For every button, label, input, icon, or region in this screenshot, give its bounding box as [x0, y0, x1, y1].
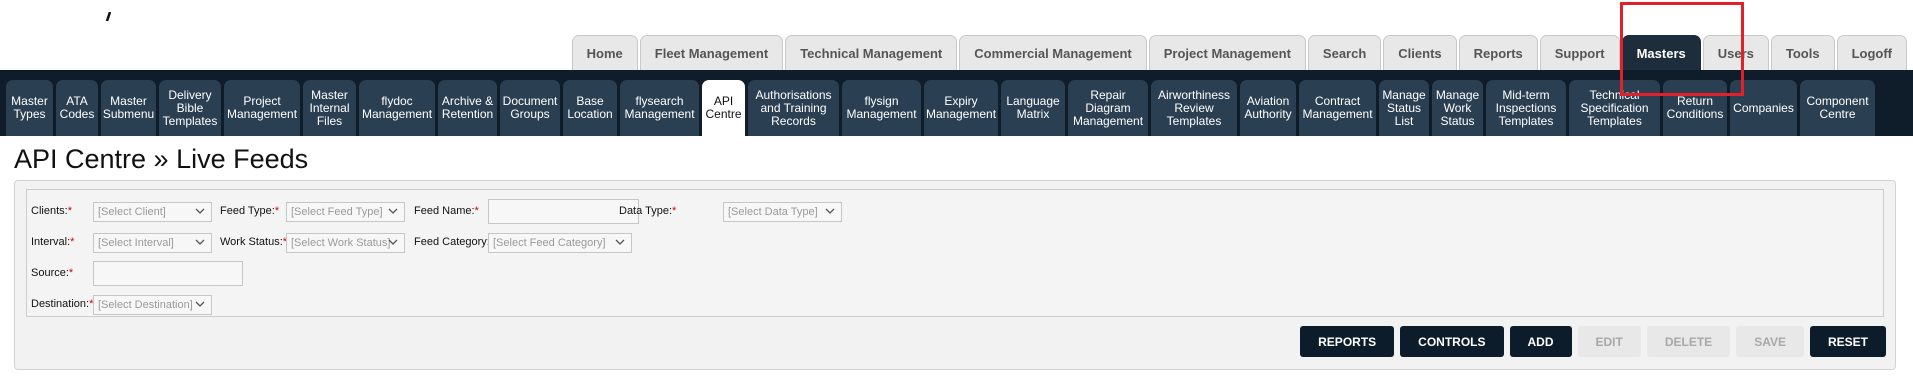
sub-tab-manage-work-status[interactable]: Manage Work Status — [1432, 80, 1483, 136]
sub-tab-language-matrix[interactable]: Language Matrix — [1001, 80, 1065, 136]
sub-tab-flysearch-management[interactable]: flysearch Management — [620, 80, 699, 136]
feed-category-label: Feed Category:* — [414, 236, 494, 248]
sub-tab-master-internal-files[interactable]: Master Internal Files — [303, 80, 356, 136]
chevron-down-icon — [615, 239, 625, 245]
chevron-down-icon — [195, 208, 205, 214]
sub-tab-flydoc-management[interactable]: flydoc Management — [359, 80, 435, 136]
feed-category-select[interactable]: [Select Feed Category] — [488, 233, 632, 253]
sub-tab-archive-retention[interactable]: Archive & Retention — [438, 80, 497, 136]
main-tab-technical-management[interactable]: Technical Management — [785, 35, 958, 70]
destination-label: Destination:* — [31, 298, 94, 310]
main-tab-logoff[interactable]: Logoff — [1836, 35, 1907, 70]
delete-button[interactable]: DELETE — [1646, 326, 1731, 357]
chevron-down-icon — [388, 239, 398, 245]
main-tab-project-management[interactable]: Project Management — [1148, 35, 1306, 70]
feed-type-label: Feed Type:* — [220, 205, 280, 217]
work-status-select[interactable]: [Select Work Status] — [286, 233, 405, 253]
sub-tab-flysign-management[interactable]: flysign Management — [842, 80, 921, 136]
chevron-down-icon — [195, 301, 205, 307]
data-type-select[interactable]: [Select Data Type] — [723, 202, 842, 222]
main-tab-tools[interactable]: Tools — [1770, 35, 1835, 70]
sub-tab-document-groups[interactable]: Document Groups — [500, 80, 560, 136]
logo-fragment — [105, 12, 112, 22]
sub-tab-contract-management[interactable]: Contract Management — [1299, 80, 1376, 136]
sub-tab-base-location[interactable]: Base Location — [563, 80, 617, 136]
sub-tab-ata-codes[interactable]: ATA Codes — [56, 80, 98, 136]
sub-tab-authorisations-training-records[interactable]: Authorisations and Training Records — [748, 80, 839, 136]
sub-tab-master-types[interactable]: Master Types — [6, 80, 53, 136]
controls-button[interactable]: CONTROLS — [1400, 326, 1504, 357]
main-tab-home[interactable]: Home — [571, 35, 638, 70]
action-bar: REPORTS CONTROLS ADD EDIT DELETE SAVE RE… — [14, 322, 1896, 370]
sub-tab-expiry-management[interactable]: Expiry Management — [924, 80, 998, 136]
feed-name-label: Feed Name:* — [414, 205, 479, 217]
highlight-annotation — [1620, 2, 1744, 96]
feed-type-select[interactable]: [Select Feed Type] — [286, 202, 405, 222]
chevron-down-icon — [825, 208, 835, 214]
interval-select[interactable]: [Select Interval] — [93, 233, 212, 253]
save-button[interactable]: SAVE — [1736, 326, 1804, 357]
filter-form: Clients:* [Select Client] Feed Type:* [S… — [26, 189, 1884, 317]
main-tab-fleet-management[interactable]: Fleet Management — [639, 35, 784, 70]
sub-tab-manage-status-list[interactable]: Manage Status List — [1379, 80, 1429, 136]
sub-tab-api-centre[interactable]: API Centre — [702, 80, 745, 136]
reset-button[interactable]: RESET — [1809, 326, 1886, 357]
sub-tab-project-management[interactable]: Project Management — [224, 80, 300, 136]
source-input[interactable] — [93, 261, 243, 286]
sub-tab-repair-diagram-management[interactable]: Repair Diagram Management — [1068, 80, 1148, 136]
chevron-down-icon — [388, 208, 398, 214]
data-type-label: Data Type:* — [619, 205, 677, 217]
sub-tab-component-centre[interactable]: Component Centre — [1800, 80, 1875, 136]
main-tab-commercial-management[interactable]: Commercial Management — [959, 35, 1147, 70]
sub-tab-airworthiness-review-templates[interactable]: Airworthiness Review Templates — [1151, 80, 1237, 136]
main-tab-support[interactable]: Support — [1539, 35, 1620, 70]
edit-button[interactable]: EDIT — [1577, 326, 1641, 357]
chevron-down-icon — [195, 239, 205, 245]
destination-select[interactable]: [Select Destination] — [93, 295, 212, 315]
clients-select[interactable]: [Select Client] — [93, 202, 212, 222]
add-button[interactable]: ADD — [1509, 326, 1572, 357]
interval-label: Interval:* — [31, 236, 75, 248]
main-tab-clients[interactable]: Clients — [1383, 35, 1457, 70]
main-tab-reports[interactable]: Reports — [1458, 35, 1538, 70]
work-status-label: Work Status:* — [220, 236, 288, 248]
reports-button[interactable]: REPORTS — [1300, 326, 1395, 357]
page-title: API Centre » Live Feeds — [14, 144, 309, 174]
source-label: Source:* — [31, 267, 74, 279]
clients-label: Clients:* — [31, 205, 72, 217]
sub-tab-aviation-authority[interactable]: Aviation Authority — [1240, 80, 1296, 136]
feed-name-input[interactable] — [488, 199, 639, 224]
sub-tab-mid-term-inspections-templates[interactable]: Mid-term Inspections Templates — [1486, 80, 1566, 136]
sub-tab-master-submenu[interactable]: Master Submenu — [101, 80, 156, 136]
main-tab-search[interactable]: Search — [1307, 35, 1382, 70]
sub-tab-delivery-bible-templates[interactable]: Delivery Bible Templates — [159, 80, 221, 136]
